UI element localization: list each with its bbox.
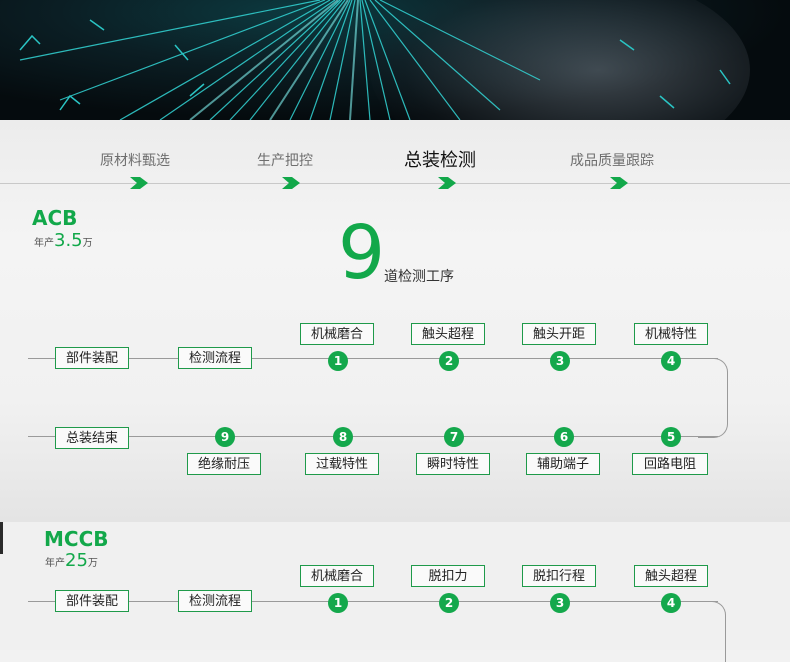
mccb-step-label: 脱扣力 bbox=[411, 565, 485, 587]
acb-procedure-count: 9 bbox=[338, 210, 386, 296]
mccb-step-number: 4 bbox=[661, 593, 681, 613]
acb-title: ACB bbox=[32, 206, 78, 230]
acb-step-label: 机械特性 bbox=[634, 323, 708, 345]
chevron-right-icon bbox=[282, 177, 300, 189]
acb-step-number: 5 bbox=[661, 427, 681, 447]
acb-step-number: 3 bbox=[550, 351, 570, 371]
acb-annual-output: 年产3.5万 bbox=[34, 230, 93, 251]
acb-step-label: 绝缘耐压 bbox=[187, 453, 261, 475]
acb-procedure-label: 道检测工序 bbox=[384, 269, 454, 285]
acb-flow-line-top bbox=[28, 358, 718, 359]
mccb-start-box: 部件装配 bbox=[55, 590, 129, 612]
mccb-step-label: 触头超程 bbox=[634, 565, 708, 587]
acb-step-number: 8 bbox=[333, 427, 353, 447]
mccb-flow-box: 检测流程 bbox=[178, 590, 252, 612]
acb-flow-curve bbox=[698, 358, 728, 438]
acb-step-number: 6 bbox=[554, 427, 574, 447]
acb-step-number: 7 bbox=[444, 427, 464, 447]
process-step-raw-material[interactable]: 原材料甄选 bbox=[100, 150, 170, 170]
acb-step-label: 触头超程 bbox=[411, 323, 485, 345]
acb-step-label: 回路电阻 bbox=[632, 453, 708, 475]
chevron-right-icon bbox=[130, 177, 148, 189]
panel-edge bbox=[0, 522, 3, 554]
acb-flow-box: 检测流程 bbox=[178, 347, 252, 369]
acb-step-label: 机械磨合 bbox=[300, 323, 374, 345]
mccb-flow-line-top bbox=[28, 601, 718, 602]
mccb-title: MCCB bbox=[44, 527, 109, 551]
mccb-step-label: 机械磨合 bbox=[300, 565, 374, 587]
acb-start-box: 部件装配 bbox=[55, 347, 129, 369]
acb-step-number: 9 bbox=[215, 427, 235, 447]
process-step-production-control[interactable]: 生产把控 bbox=[257, 150, 313, 170]
mccb-annual-output: 年产25万 bbox=[45, 550, 98, 571]
acb-step-number: 1 bbox=[328, 351, 348, 371]
mccb-step-label: 脱扣行程 bbox=[522, 565, 596, 587]
hero-light-streaks bbox=[19, 0, 731, 120]
acb-step-number: 2 bbox=[439, 351, 459, 371]
acb-step-label: 瞬时特性 bbox=[416, 453, 490, 475]
acb-step-number: 4 bbox=[661, 351, 681, 371]
acb-step-label: 辅助端子 bbox=[526, 453, 600, 475]
acb-step-label: 过载特性 bbox=[305, 453, 379, 475]
process-nav-line bbox=[0, 183, 790, 184]
mccb-flow-curve bbox=[698, 601, 726, 662]
process-step-quality-tracking[interactable]: 成品质量跟踪 bbox=[570, 150, 654, 170]
mccb-step-number: 2 bbox=[439, 593, 459, 613]
process-step-assembly-inspection[interactable]: 总装检测 bbox=[404, 146, 476, 172]
chevron-right-icon bbox=[610, 177, 628, 189]
acb-step-label: 触头开距 bbox=[522, 323, 596, 345]
mccb-step-number: 1 bbox=[328, 593, 348, 613]
acb-end-box: 总装结束 bbox=[55, 427, 129, 449]
acb-flow-line-bottom bbox=[28, 436, 718, 437]
chevron-right-icon bbox=[438, 177, 456, 189]
mccb-step-number: 3 bbox=[550, 593, 570, 613]
hero-banner bbox=[0, 0, 790, 120]
